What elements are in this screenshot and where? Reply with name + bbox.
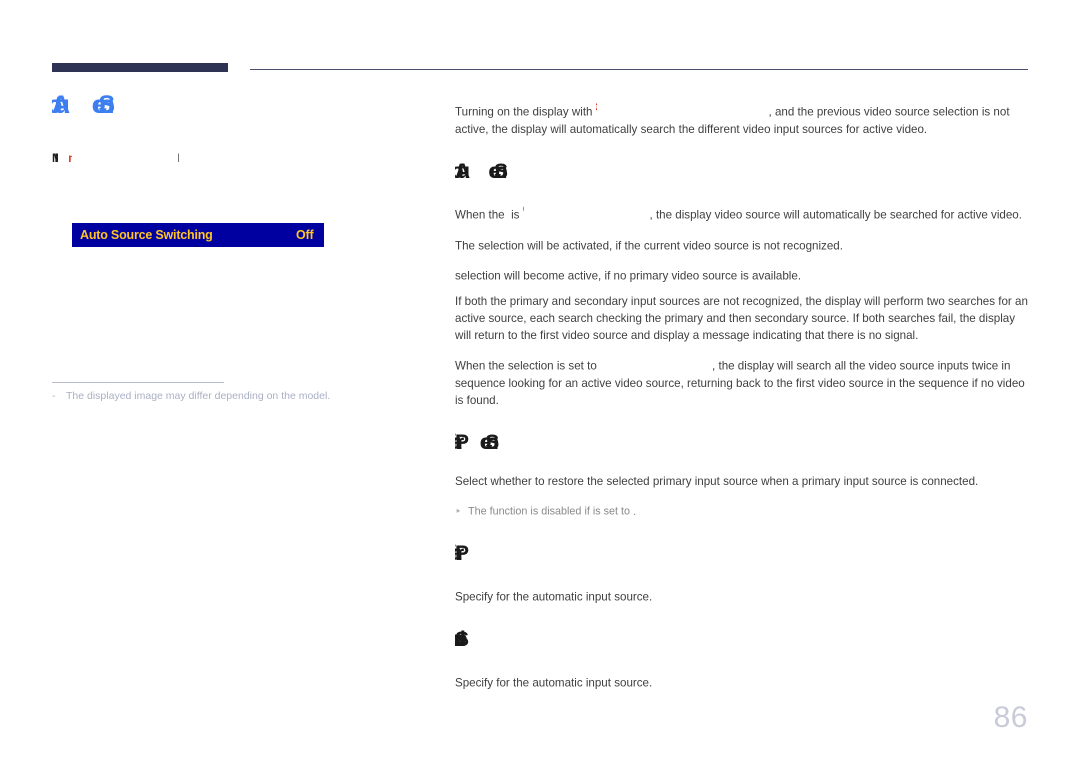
ss-p1-before: Specify bbox=[455, 676, 494, 690]
psr-note-mid: function is disabled if bbox=[489, 505, 590, 518]
asw-p1-highlight-2: On bbox=[522, 202, 524, 216]
ps-p1-after: for the automatic input source. bbox=[496, 590, 653, 604]
footnote-text: The displayed image may differ depending… bbox=[66, 390, 331, 402]
psr-note-mid2: is set to bbox=[592, 505, 631, 518]
right-column: Turning on the display with Auto Source … bbox=[455, 98, 1028, 701]
asw-paragraph-1: When the Auto Source Switching is On, th… bbox=[455, 201, 1028, 224]
breadcrumb-menu-label: MENU bbox=[52, 153, 59, 165]
asw-p5-before: When the bbox=[455, 359, 505, 373]
intro-paragraph: Turning on the display with Auto Source … bbox=[455, 98, 1028, 138]
header-rule-thin bbox=[250, 69, 1028, 70]
section-heading-text: Auto Source Switching bbox=[455, 159, 513, 183]
page-title: Auto Source Switching bbox=[52, 92, 392, 126]
asw-p1-before: When the bbox=[455, 208, 505, 222]
osd-value[interactable]: Off bbox=[296, 228, 316, 242]
page-number: 86 bbox=[993, 701, 1028, 734]
section-heading-text: Secondary Source bbox=[455, 627, 482, 651]
section-heading-secondary-source: Secondary Source bbox=[455, 628, 1028, 656]
asw-p1-after: , the display video source will automati… bbox=[649, 208, 1022, 222]
section-heading-auto-source-switching: Auto Source Switching bbox=[455, 160, 1028, 188]
footnote: - The displayed image may differ dependin… bbox=[52, 389, 382, 404]
breadcrumb-enter-key: E bbox=[177, 153, 179, 165]
breadcrumb: MENUmSystemE bbox=[52, 152, 382, 172]
footnote-dash: - bbox=[52, 390, 56, 402]
section-heading-text: Primary Source bbox=[455, 542, 479, 566]
breadcrumb-menu-key: m bbox=[68, 153, 72, 165]
intro-before: Turning on the display with bbox=[455, 105, 593, 119]
footnote-rule bbox=[52, 382, 224, 383]
intro-highlight: Auto Source Switching On bbox=[596, 98, 597, 115]
ss-p1-after: for the automatic input source. bbox=[496, 676, 653, 690]
note-arrow-icon: ‣ bbox=[455, 505, 462, 518]
left-column: Auto Source Switching bbox=[52, 92, 392, 126]
section-heading-primary-source: Primary Source bbox=[455, 542, 1028, 570]
asw-paragraph-3: Auto Source Switchingselection will beco… bbox=[455, 262, 1028, 285]
ps-paragraph-1: Specify Primary Sourcefor the automatic … bbox=[455, 583, 1028, 606]
ss-paragraph-1: Specify Secondary Sourcefor the automati… bbox=[455, 669, 1028, 692]
section-heading-primary-source-recovery: Primary Source Recovery bbox=[455, 431, 1028, 459]
asw-p5-mid: selection is set to bbox=[507, 359, 597, 373]
asw-paragraph-4: If both the primary and secondary input … bbox=[455, 294, 1028, 343]
psr-note-tail: . bbox=[633, 505, 637, 518]
page-title-text: Auto Source Switching bbox=[52, 92, 121, 119]
asw-paragraph-2: The Auto Source Switchingselection will … bbox=[455, 232, 1028, 255]
asw-p2-after: selection will be activated, if the curr… bbox=[478, 238, 843, 252]
asw-paragraph-5: When the Auto Source Switchingselection … bbox=[455, 352, 1028, 409]
asw-p1-mid: is bbox=[511, 208, 520, 222]
ps-p1-before: Specify bbox=[455, 590, 494, 604]
asw-p2-before: The bbox=[455, 238, 475, 252]
header-rule-thick bbox=[52, 63, 228, 72]
psr-note: ‣The Primary Source Recoveryfunction is … bbox=[455, 499, 1028, 520]
psr-note-before: The bbox=[468, 505, 487, 518]
psr-paragraph-1: Select whether to restore the selected p… bbox=[455, 474, 979, 488]
section-heading-text: Primary Source Recovery bbox=[455, 431, 512, 455]
asw-p3-after: selection will become active, if no prim… bbox=[455, 269, 802, 283]
osd-menu-row-auto-source-switching[interactable]: Auto Source Switching Off bbox=[72, 223, 324, 247]
osd-label: Auto Source Switching bbox=[80, 228, 213, 242]
